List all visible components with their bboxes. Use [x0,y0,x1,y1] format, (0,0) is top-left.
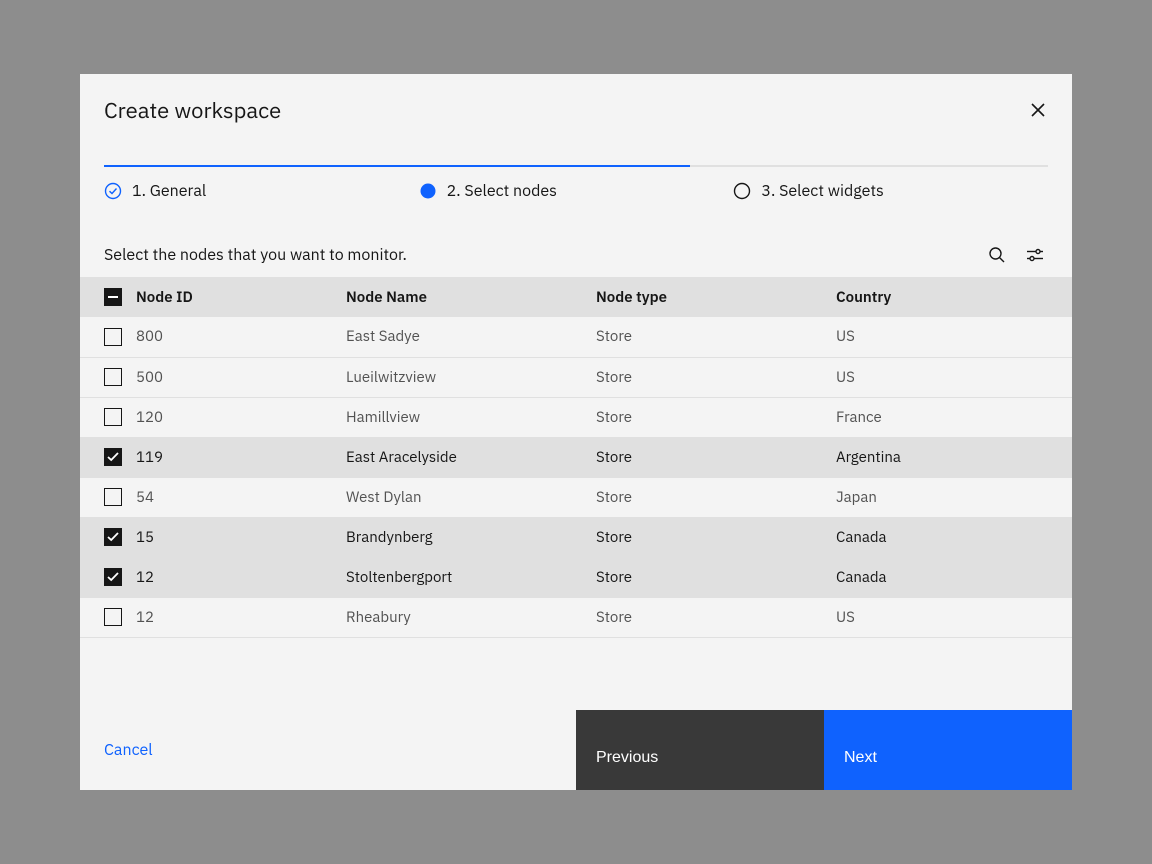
nodes-table: Node ID Node Name Node type Country 800E… [80,277,1072,638]
cell-node-id: 120 [136,397,346,437]
table-row[interactable]: 12RheaburyStoreUS [80,597,1072,637]
step-number: 1. [132,181,146,201]
table-row[interactable]: 54West DylanStoreJapan [80,477,1072,517]
cancel-button[interactable]: Cancel [80,710,153,790]
cell-node-id: 119 [136,437,346,477]
modal-content: Select the nodes that you want to monito… [80,245,1072,710]
select-all-checkbox[interactable] [104,288,122,306]
step-label-text: Select widgets [779,181,884,201]
table-row[interactable]: 120HamillviewStoreFrance [80,397,1072,437]
cell-node-type: Store [596,557,836,597]
circle-filled-icon [419,182,437,200]
table-toolbar [988,246,1048,264]
next-button[interactable]: Next [824,710,1072,790]
step-number: 2. [447,181,461,201]
col-header-country[interactable]: Country [836,277,1072,317]
col-header-type[interactable]: Node type [596,277,836,317]
progress-steps: 1. General 2. Select nodes 3. [104,181,1048,201]
row-checkbox[interactable] [104,448,122,466]
progress-indicator: 1. General 2. Select nodes 3. [104,165,1048,201]
step-select-nodes[interactable]: 2. Select nodes [419,181,734,201]
row-checkbox[interactable] [104,528,122,546]
cell-node-name: Lueilwitzview [346,357,596,397]
instruction-text: Select the nodes that you want to monito… [104,245,407,265]
cell-node-name: Hamillview [346,397,596,437]
table-header-row: Node ID Node Name Node type Country [80,277,1072,317]
step-general[interactable]: 1. General [104,181,419,201]
cell-country: Canada [836,517,1072,557]
progress-track-fill [104,165,690,167]
row-checkbox[interactable] [104,488,122,506]
table-body: 800East SadyeStoreUS500LueilwitzviewStor… [80,317,1072,637]
row-checkbox[interactable] [104,368,122,386]
table-row[interactable]: 15BrandynbergStoreCanada [80,517,1072,557]
search-icon [988,246,1006,264]
circle-outline-icon [733,182,751,200]
cell-country: Canada [836,557,1072,597]
cell-node-name: West Dylan [346,477,596,517]
col-header-name[interactable]: Node Name [346,277,596,317]
cell-node-type: Store [596,477,836,517]
cell-node-type: Store [596,437,836,477]
modal-footer: Cancel Previous Next [80,710,1072,790]
cell-node-id: 54 [136,477,346,517]
table-row[interactable]: 800East SadyeStoreUS [80,317,1072,357]
checkmark-outline-icon [104,182,122,200]
create-workspace-modal: Create workspace 1. General [80,74,1072,790]
modal-title: Create workspace [104,96,281,125]
cell-country: US [836,597,1072,637]
cell-country: US [836,357,1072,397]
cell-node-id: 12 [136,597,346,637]
table-row[interactable]: 500LueilwitzviewStoreUS [80,357,1072,397]
cell-node-type: Store [596,597,836,637]
row-checkbox[interactable] [104,408,122,426]
cell-country: US [836,317,1072,357]
close-icon [1029,101,1047,119]
close-button[interactable] [1028,100,1048,120]
cell-node-id: 500 [136,357,346,397]
cell-node-id: 15 [136,517,346,557]
step-select-widgets[interactable]: 3. Select widgets [733,181,1048,201]
settings-adjust-icon [1026,246,1044,264]
step-label-text: General [150,181,206,201]
table-row[interactable]: 12StoltenbergportStoreCanada [80,557,1072,597]
cell-node-type: Store [596,317,836,357]
content-toolbar: Select the nodes that you want to monito… [104,245,1048,277]
col-header-id[interactable]: Node ID [136,277,346,317]
nodes-table-wrap: Node ID Node Name Node type Country 800E… [80,277,1072,638]
footer-buttons: Previous Next [576,710,1072,790]
cell-country: Japan [836,477,1072,517]
cell-node-id: 800 [136,317,346,357]
table-row[interactable]: 119East AracelysideStoreArgentina [80,437,1072,477]
cell-country: France [836,397,1072,437]
settings-button[interactable] [1026,246,1044,264]
cell-node-name: Stoltenbergport [346,557,596,597]
row-checkbox[interactable] [104,328,122,346]
cell-country: Argentina [836,437,1072,477]
cell-node-name: Rheabury [346,597,596,637]
cell-node-type: Store [596,397,836,437]
indeterminate-icon [108,296,118,298]
previous-button[interactable]: Previous [576,710,824,790]
cell-node-id: 12 [136,557,346,597]
row-checkbox[interactable] [104,608,122,626]
row-checkbox[interactable] [104,568,122,586]
cell-node-name: East Sadye [346,317,596,357]
cell-node-name: East Aracelyside [346,437,596,477]
cell-node-type: Store [596,357,836,397]
cell-node-name: Brandynberg [346,517,596,557]
cell-node-type: Store [596,517,836,557]
modal-header: Create workspace [80,74,1072,125]
search-button[interactable] [988,246,1006,264]
step-number: 3. [761,181,775,201]
step-label-text: Select nodes [464,181,557,201]
